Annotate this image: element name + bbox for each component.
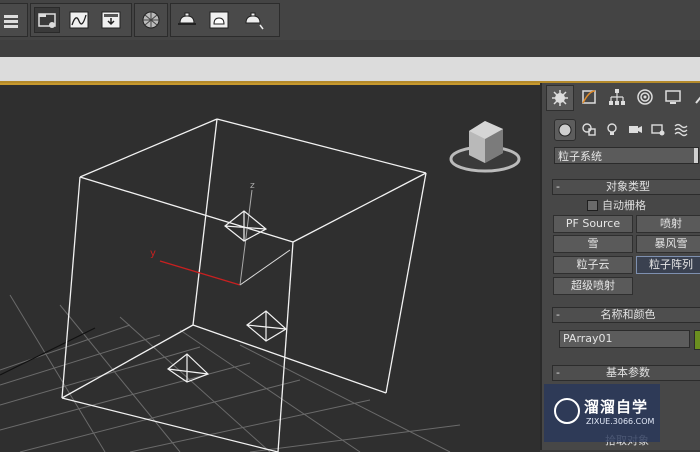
object-type-rollout-header[interactable]: - 对象类型 — [552, 179, 700, 195]
autogrid-checkbox[interactable] — [587, 199, 598, 211]
basic-params-rollout-header[interactable]: - 基本参数 — [552, 365, 700, 381]
hierarchy-tab-icon[interactable] — [604, 85, 630, 109]
watermark-title: 溜溜自学 — [584, 398, 649, 416]
emitter-box-wireframe[interactable] — [61, 118, 427, 452]
viewcube-icon[interactable] — [445, 113, 525, 178]
layer-explorer-icon[interactable] — [0, 7, 26, 33]
object-type-title: 对象类型 — [606, 180, 650, 193]
world-axis-x — [0, 327, 96, 376]
lights-icon[interactable] — [602, 119, 622, 139]
render-setup-icon[interactable] — [174, 7, 200, 33]
name-color-rollout-header[interactable]: - 名称和颜色 — [552, 307, 700, 323]
helpers-icon[interactable] — [648, 119, 668, 139]
watermark-url: ZIXUE.3066.COM — [586, 417, 655, 426]
motion-tab-icon[interactable] — [632, 85, 658, 109]
basic-params-title: 基本参数 — [606, 366, 650, 379]
command-panel-tabs — [546, 85, 700, 111]
axis-label-z: z — [250, 181, 255, 191]
display-tab-icon[interactable] — [660, 85, 686, 109]
viewport-title-bar — [0, 57, 700, 83]
toolbar-group-left — [0, 3, 28, 37]
particle-icon-2[interactable] — [246, 310, 288, 342]
cameras-icon[interactable] — [625, 119, 645, 139]
toolbar-group-editors — [30, 3, 132, 37]
watermark-logo-icon — [554, 398, 580, 424]
category-dropdown-value: 粒子系统 — [558, 150, 602, 163]
object-name-field[interactable]: PArray01 — [559, 330, 690, 348]
dropdown-arrow-icon — [694, 148, 698, 163]
gizmo-axis-x — [239, 249, 291, 286]
perspective-viewport[interactable]: y z — [0, 83, 540, 452]
shapes-icon[interactable] — [579, 119, 599, 139]
geometry-icon[interactable] — [554, 119, 576, 141]
modify-tab-icon[interactable] — [576, 85, 602, 109]
autogrid-label: 自动栅格 — [602, 199, 646, 212]
create-tab-icon[interactable] — [546, 85, 574, 111]
main-toolbar — [0, 0, 700, 41]
pf-source-button[interactable]: PF Source — [553, 215, 633, 233]
ribbon-strip — [0, 40, 700, 57]
watermark-overlay: 溜溜自学 ZIXUE.3066.COM — [544, 384, 660, 442]
schematic-view-icon[interactable] — [34, 7, 60, 33]
object-color-swatch[interactable] — [694, 330, 700, 350]
toolbar-group-render — [170, 3, 280, 37]
super-spray-button[interactable]: 超级喷射 — [553, 277, 633, 295]
space-warps-icon[interactable] — [671, 119, 691, 139]
snow-button[interactable]: 雪 — [553, 235, 633, 253]
spray-button[interactable]: 喷射 — [636, 215, 700, 233]
curve-editor-icon[interactable] — [66, 7, 92, 33]
pcloud-button[interactable]: 粒子云 — [553, 256, 633, 274]
track-view-icon[interactable] — [98, 7, 124, 33]
category-dropdown[interactable]: 粒子系统 — [554, 147, 699, 164]
name-color-title: 名称和颜色 — [600, 308, 656, 321]
autogrid-checkbox-row[interactable]: 自动栅格 — [587, 197, 646, 213]
blizzard-button[interactable]: 暴风雪 — [636, 235, 700, 253]
parray-button[interactable]: 粒子阵列 — [636, 256, 700, 274]
create-subtabs — [554, 119, 691, 141]
particle-icon-1[interactable] — [224, 210, 268, 242]
render-production-icon[interactable] — [241, 7, 267, 33]
utilities-tab-icon[interactable] — [688, 85, 700, 109]
material-editor-icon[interactable] — [138, 7, 164, 33]
axis-label-y: y — [150, 248, 156, 259]
toolbar-group-material — [134, 3, 168, 37]
rendered-frame-icon[interactable] — [206, 7, 232, 33]
